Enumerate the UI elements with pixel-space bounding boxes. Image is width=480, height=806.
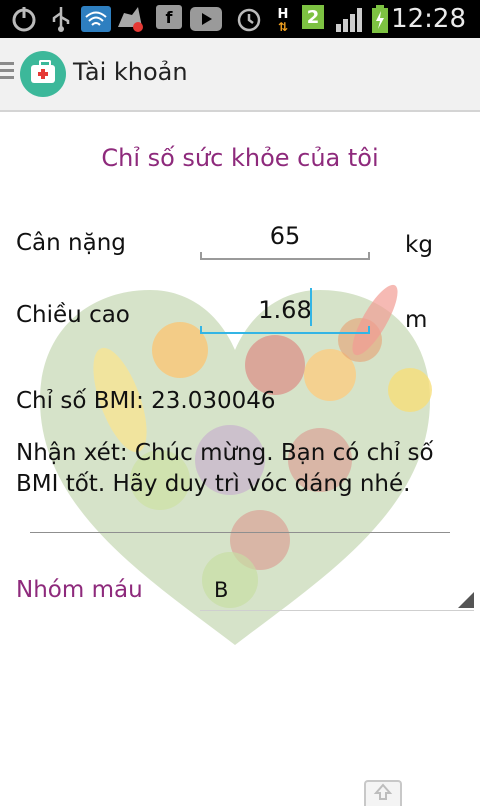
sim-badge: 2 xyxy=(302,5,324,29)
bmi-result: Chỉ số BMI: 23.030046 xyxy=(16,388,276,414)
alarm-icon xyxy=(234,5,264,33)
medical-kit-icon[interactable] xyxy=(20,51,66,97)
status-bar: f H ⇅ 2 12:28 xyxy=(0,0,480,38)
data-arrows-icon: ⇅ xyxy=(277,19,289,34)
spinner-dropdown-icon xyxy=(458,592,474,608)
bmi-comment: Nhận xét: Chúc mừng. Bạn có chỉ số BMI t… xyxy=(16,440,434,497)
weight-value: 65 xyxy=(269,222,301,250)
signal-icon xyxy=(334,5,366,33)
youtube-icon xyxy=(190,5,222,33)
battery-charging-icon xyxy=(370,5,390,33)
section-title: Chỉ số sức khỏe của tôi xyxy=(101,144,379,172)
height-label: Chiều cao xyxy=(16,302,130,328)
blood-group-label: Nhóm máu xyxy=(16,577,143,603)
drawer-menu-icon[interactable] xyxy=(0,62,14,82)
weight-field[interactable]: 65 xyxy=(200,222,370,260)
app-update-icon xyxy=(116,5,146,33)
height-field[interactable]: 1.68 xyxy=(200,288,370,334)
weight-unit: kg xyxy=(405,232,433,258)
weight-label: Cân nặng xyxy=(16,230,126,256)
action-bar: Tài khoản xyxy=(0,38,480,112)
power-icon xyxy=(8,5,40,33)
text-cursor xyxy=(310,288,312,326)
height-value: 1.68 xyxy=(258,296,312,324)
height-unit: m xyxy=(405,307,428,333)
divider xyxy=(30,532,450,533)
usb-icon xyxy=(48,5,74,33)
network-type-icon: H ⇅ xyxy=(272,5,294,33)
wifi-icon xyxy=(80,5,112,33)
keyboard-toggle-icon[interactable] xyxy=(364,780,402,806)
health-form: Chỉ số sức khỏe của tôi Cân nặng 65 kg C… xyxy=(0,112,480,806)
clock: 12:28 xyxy=(391,4,466,34)
blood-group-value: B xyxy=(214,578,229,602)
blood-group-spinner[interactable]: B xyxy=(200,578,474,611)
page-title: Tài khoản xyxy=(73,58,188,86)
facebook-icon: f xyxy=(156,5,182,29)
